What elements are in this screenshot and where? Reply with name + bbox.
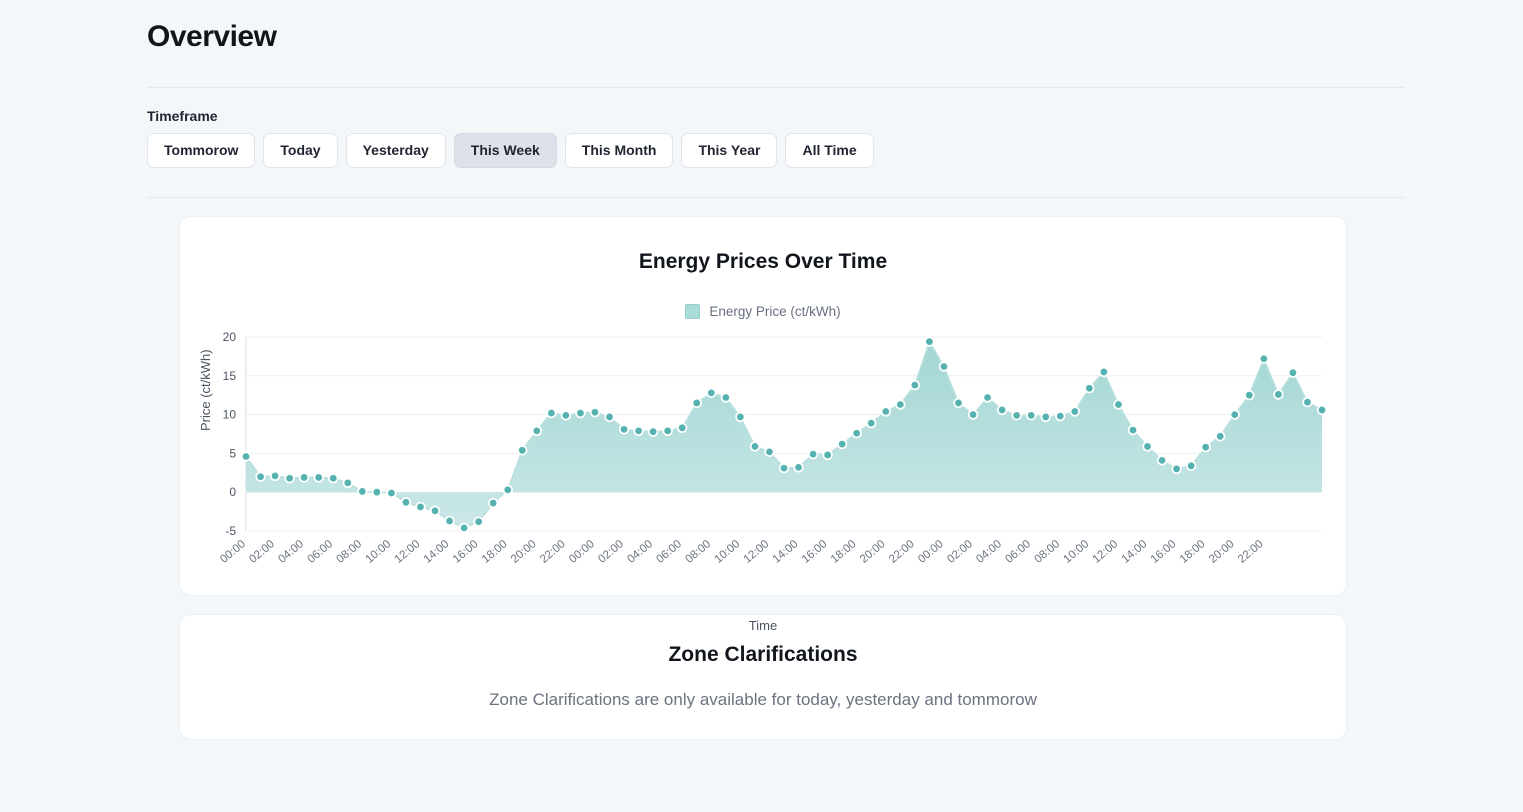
svg-text:04:00: 04:00: [974, 538, 1004, 566]
svg-text:16:00: 16:00: [800, 538, 830, 566]
legend-swatch-icon: [685, 304, 701, 319]
x-axis-title: Time: [748, 618, 778, 633]
svg-text:16:00: 16:00: [1149, 538, 1179, 566]
svg-text:20:00: 20:00: [1207, 538, 1237, 566]
svg-text:02:00: 02:00: [247, 538, 277, 566]
timeframe-button-tommorow[interactable]: Tommorow: [147, 133, 256, 168]
svg-text:22:00: 22:00: [887, 538, 917, 566]
chart-title: Energy Prices Over Time: [638, 250, 888, 273]
timeframe-button-today[interactable]: Today: [263, 133, 338, 168]
svg-text:15: 15: [223, 369, 237, 383]
page-root: Overview Timeframe Tommorow Today Yester…: [0, 0, 1523, 740]
zone-clarifications-message: Zone Clarifications are only available f…: [489, 690, 1037, 709]
svg-text:12:00: 12:00: [742, 538, 772, 566]
svg-text:20: 20: [223, 330, 237, 344]
timeframe-button-all-time[interactable]: All Time: [785, 133, 874, 168]
svg-text:18:00: 18:00: [480, 538, 510, 566]
page-title: Overview: [147, 20, 277, 53]
svg-text:08:00: 08:00: [334, 538, 364, 566]
timeframe-button-this-week[interactable]: This Week: [453, 133, 557, 168]
chart-svg[interactable]: 20151050-500:00 02:00 04:00 06:00 08:00 10:00…: [180, 323, 1348, 573]
timeframe-button-yesterday[interactable]: Yesterday: [345, 133, 446, 168]
svg-text:0: 0: [229, 485, 236, 499]
svg-text:02:00: 02:00: [945, 538, 975, 566]
timeframe-button-this-year[interactable]: This Year: [681, 133, 778, 168]
svg-text:02:00: 02:00: [596, 538, 626, 566]
svg-text:08:00: 08:00: [1032, 538, 1062, 566]
svg-text:14:00: 14:00: [422, 538, 452, 566]
svg-text:-5: -5: [225, 524, 236, 538]
chart-plot-area: Price (ct/kWh) 20 15 10 5 0 -5 00:00 02:00 04:00…: [180, 323, 1348, 633]
svg-text:18:00: 18:00: [829, 538, 859, 566]
svg-text:00:00: 00:00: [567, 538, 597, 566]
svg-text:20:00: 20:00: [509, 538, 539, 566]
svg-text:00:00: 00:00: [218, 538, 248, 566]
svg-text:00:00: 00:00: [916, 538, 946, 566]
svg-text:22:00: 22:00: [538, 538, 568, 566]
svg-text:20:00: 20:00: [858, 538, 888, 566]
svg-text:08:00: 08:00: [683, 538, 713, 566]
svg-text:10: 10: [223, 408, 237, 422]
legend-label: Energy Price (ct/kWh): [709, 304, 841, 319]
header-divider: [147, 87, 1405, 88]
svg-text:5: 5: [229, 446, 236, 460]
svg-text:06:00: 06:00: [1003, 538, 1033, 566]
svg-text:12:00: 12:00: [393, 538, 423, 566]
timeframe-divider: [147, 197, 1405, 198]
svg-text:10:00: 10:00: [1062, 538, 1092, 566]
svg-text:04:00: 04:00: [276, 538, 306, 566]
svg-text:14:00: 14:00: [1120, 538, 1150, 566]
y-axis-title: Price (ct/kWh): [198, 349, 213, 431]
svg-text:06:00: 06:00: [654, 538, 684, 566]
svg-text:06:00: 06:00: [305, 538, 335, 566]
timeframe-button-this-month[interactable]: This Month: [564, 133, 674, 168]
chart-card: Energy Prices Over Time Energy Price (ct…: [179, 216, 1348, 633]
svg-text:10:00: 10:00: [713, 538, 743, 566]
svg-text:04:00: 04:00: [625, 538, 655, 566]
chart-legend: Energy Price (ct/kWh): [180, 304, 1346, 319]
timeframe-button-group: Tommorow Today Yesterday This Week This …: [147, 133, 1395, 168]
svg-text:14:00: 14:00: [771, 538, 801, 566]
timeframe-label: Timeframe: [147, 108, 218, 124]
svg-text:10:00: 10:00: [364, 538, 394, 566]
svg-text:12:00: 12:00: [1091, 538, 1121, 566]
svg-text:22:00: 22:00: [1236, 538, 1266, 566]
svg-text:18:00: 18:00: [1178, 538, 1208, 566]
svg-text:16:00: 16:00: [451, 538, 481, 566]
